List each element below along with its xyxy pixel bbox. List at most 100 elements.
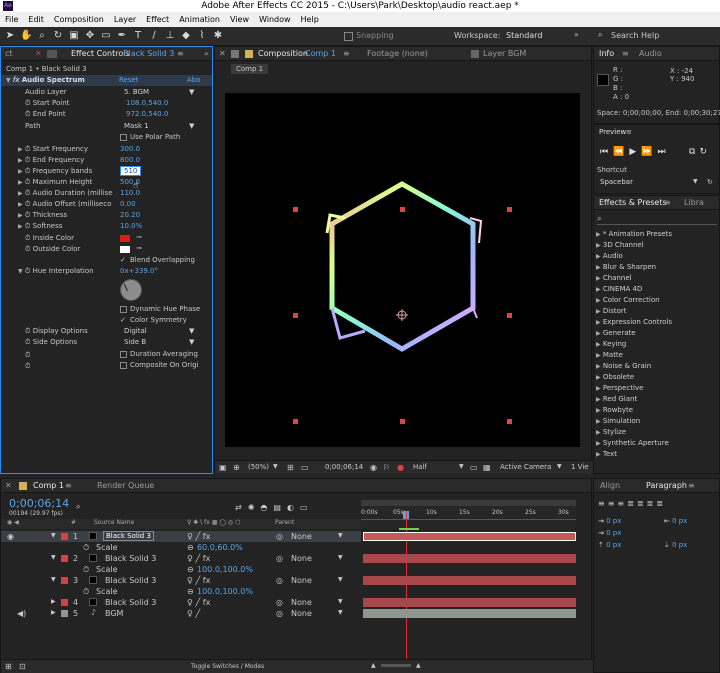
parent-select[interactable]: None	[291, 554, 312, 563]
expand-triangle-icon[interactable]: ▶	[18, 201, 23, 208]
expand-triangle-icon[interactable]: ▼	[51, 532, 56, 539]
label-color-swatch[interactable]	[61, 577, 68, 584]
align-left-icon[interactable]: ≡	[598, 499, 608, 508]
end-point-value[interactable]: 972.0,540.0	[126, 110, 168, 118]
expand-triangle-icon[interactable]: ▶	[18, 179, 23, 186]
stopwatch-icon[interactable]: ⏱	[83, 543, 89, 553]
menu-effect[interactable]: Effect	[141, 15, 174, 24]
shy-layers-icon[interactable]: ◓	[260, 503, 273, 512]
effect-controls-layer-name[interactable]: Black Solid 3	[123, 49, 174, 58]
graph-editor-icon[interactable]: ▭	[300, 503, 314, 512]
layer-duration-bar[interactable]	[363, 554, 576, 563]
stopwatch-icon[interactable]: ⏱	[25, 361, 30, 371]
zoom-tool-icon[interactable]: ⌕	[36, 30, 48, 42]
dynamic-hue-phase-checkbox[interactable]	[120, 306, 127, 313]
pan-behind-tool-icon[interactable]: ✥	[84, 30, 96, 42]
expand-triangle-icon[interactable]: ▶	[18, 212, 23, 219]
parent-pickwhip-icon[interactable]: ◎	[276, 576, 283, 585]
menu-composition[interactable]: Composition	[49, 15, 109, 24]
chevron-down-icon[interactable]: ▼	[459, 463, 464, 470]
effect-category-animation-presets[interactable]: ▶ * Animation Presets	[596, 230, 672, 238]
align-right-icon[interactable]: ≡	[617, 499, 627, 508]
audio-speaker-icon[interactable]: ◀)	[17, 609, 26, 618]
effects-presets-tab[interactable]: Effects & Presets	[599, 198, 667, 207]
layer-row[interactable]: ▼ 2 Black Solid 3 ♀ ╱ fx ◎ None ▼	[1, 553, 361, 564]
comp-navigator-button[interactable]: Comp 1	[231, 64, 269, 74]
layer-duration-bar[interactable]	[363, 532, 576, 541]
always-preview-icon[interactable]: ▣	[219, 463, 227, 472]
hue-angle-dial[interactable]	[120, 279, 142, 301]
menu-file[interactable]: File	[0, 15, 23, 24]
stopwatch-icon[interactable]: ⏱	[25, 99, 30, 107]
effect-category-keying[interactable]: ▶ Keying	[596, 340, 626, 348]
camera-tool-icon[interactable]: ▣	[68, 30, 80, 42]
workspace-select[interactable]: Standard	[506, 31, 542, 40]
expand-triangle-icon[interactable]: ▶	[18, 146, 23, 153]
effect-category-audio[interactable]: ▶ Audio	[596, 252, 623, 260]
panel-menu-icon[interactable]: ≡	[65, 481, 72, 490]
panel-menu-icon[interactable]: ≡	[343, 49, 350, 58]
indent-left-value[interactable]: 0 px	[606, 517, 621, 525]
start-point-value[interactable]: 108.0,540.0	[126, 99, 168, 107]
stopwatch-icon[interactable]: ⏱	[25, 222, 30, 230]
scale-value[interactable]: 100.0,100.0%	[197, 587, 253, 596]
loop-icon[interactable]: ↻	[699, 147, 711, 157]
clone-stamp-tool-icon[interactable]: ⊥	[164, 30, 176, 42]
frame-blending-icon[interactable]: ▤	[273, 503, 287, 512]
expand-triangle-icon[interactable]: ▶	[18, 157, 23, 164]
space-before-value[interactable]: 0 px	[606, 541, 621, 549]
show-snapshot-icon[interactable]: ⚐	[383, 463, 390, 472]
duration-averaging-checkbox[interactable]	[120, 351, 127, 358]
panel-menu-icon[interactable]: ≡	[664, 198, 671, 207]
video-visibility-icon[interactable]: ◉	[7, 532, 14, 541]
link-icon[interactable]: ⊖	[187, 587, 194, 596]
property-row[interactable]: ⏱ Scale ⊖ 60.0,60.0%	[1, 542, 361, 553]
label-color-swatch[interactable]	[61, 599, 68, 606]
effect-category-blur-sharpen[interactable]: ▶ Blur & Sharpen	[596, 263, 656, 271]
layer-row[interactable]: ◀) ▶ 5 ♪ BGM ♀ ╱ ◎ None ▼	[1, 608, 361, 619]
chevron-down-icon[interactable]: ▼	[557, 463, 562, 470]
effect-category-generate[interactable]: ▶ Generate	[596, 329, 636, 337]
stopwatch-icon[interactable]: ⏱	[25, 267, 30, 275]
stopwatch-icon[interactable]: ⏱	[25, 200, 30, 208]
layer-tab[interactable]: Layer BGM	[483, 49, 526, 58]
source-name-header[interactable]: Source Name	[94, 519, 134, 526]
stopwatch-icon[interactable]: ⏱	[25, 178, 30, 186]
workspace-dropdown-icon[interactable]: »	[574, 30, 579, 39]
effect-category-text[interactable]: ▶ Text	[596, 450, 617, 458]
stopwatch-icon[interactable]: ⏱	[25, 338, 30, 346]
layer-name[interactable]: BGM	[105, 609, 123, 618]
effect-category-simulation[interactable]: ▶ Simulation	[596, 417, 640, 425]
effect-category-rowbyte[interactable]: ▶ Rowbyte	[596, 406, 633, 414]
thickness-value[interactable]: 20.20	[120, 211, 140, 219]
timeline-timecode[interactable]: 0;00;06;14	[9, 497, 69, 510]
effect-category-channel[interactable]: ▶ Channel	[596, 274, 632, 282]
first-line-indent-value[interactable]: 0 px	[606, 529, 621, 537]
chevron-down-icon[interactable]: ▼	[189, 122, 194, 130]
effects-search-field[interactable]: ⌕	[597, 214, 717, 225]
stopwatch-icon[interactable]: ⏱	[25, 245, 30, 253]
eyedropper-icon[interactable]: ⊸	[136, 233, 142, 241]
expand-triangle-icon[interactable]: ▶	[51, 598, 56, 605]
effect-category-stylize[interactable]: ▶ Stylize	[596, 428, 626, 436]
layer-name[interactable]: Black Solid 3	[105, 576, 156, 585]
snapping-checkbox[interactable]	[344, 32, 353, 41]
audio-layer-select[interactable]: 5. BGM	[124, 88, 149, 96]
effect-category-distort[interactable]: ▶ Distort	[596, 307, 627, 315]
chevron-down-icon[interactable]: ▼	[693, 178, 698, 185]
toggle-switches-modes-button[interactable]: Toggle Switches / Modes	[191, 663, 264, 670]
layer-duration-bar[interactable]	[363, 598, 576, 607]
type-tool-icon[interactable]: T	[132, 30, 144, 42]
info-tab[interactable]: Info	[599, 49, 614, 58]
eraser-tool-icon[interactable]: ◆	[180, 30, 192, 42]
audio-tab[interactable]: Audio	[639, 49, 662, 58]
parent-select[interactable]: None	[291, 576, 312, 585]
composition-tab[interactable]: Composition	[258, 49, 308, 58]
effect-category-expression-controls[interactable]: ▶ Expression Controls	[596, 318, 672, 326]
selection-tool-icon[interactable]: ➤	[4, 30, 16, 42]
reset-shortcut-icon[interactable]: ↻	[707, 178, 713, 186]
layer-switches[interactable]: ♀ ╱ fx	[187, 598, 210, 607]
eyedropper-icon[interactable]: ⊸	[136, 244, 142, 252]
link-icon[interactable]: ⊖	[187, 565, 194, 574]
stopwatch-icon[interactable]: ⏱	[83, 565, 89, 575]
